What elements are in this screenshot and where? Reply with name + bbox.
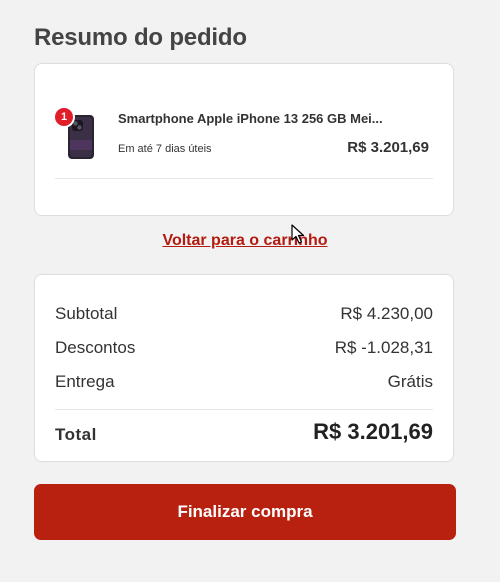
total-row: Total R$ 3.201,69 <box>55 419 433 451</box>
discounts-row: Descontos R$ -1.028,31 <box>55 338 433 362</box>
shipping-value: Grátis <box>387 372 433 391</box>
order-summary-page: Resumo do pedido 1 Smartphone Apple iPho… <box>0 0 500 582</box>
discounts-label: Descontos <box>55 338 136 357</box>
total-value: R$ 3.201,69 <box>313 419 433 444</box>
discounts-value: R$ -1.028,31 <box>334 338 433 357</box>
shipping-label: Entrega <box>55 372 115 391</box>
product-price: R$ 3.201,69 <box>347 139 429 156</box>
subtotal-label: Subtotal <box>55 304 118 323</box>
page-title: Resumo do pedido <box>34 24 247 51</box>
divider <box>55 409 433 410</box>
delivery-time: Em até 7 dias úteis <box>118 143 212 155</box>
mouse-cursor-icon <box>291 224 305 244</box>
product-name: Smartphone Apple iPhone 13 256 GB Mei... <box>118 111 383 126</box>
totals-card: Subtotal R$ 4.230,00 Descontos R$ -1.028… <box>34 274 454 462</box>
product-card: 1 Smartphone Apple iPhone 13 256 GB Mei.… <box>34 63 454 216</box>
subtotal-row: Subtotal R$ 4.230,00 <box>55 304 433 328</box>
total-label: Total <box>55 425 97 444</box>
cart-item: 1 Smartphone Apple iPhone 13 256 GB Mei.… <box>55 108 433 164</box>
back-to-cart-link[interactable]: Voltar para o carrinho <box>0 232 490 250</box>
subtotal-value: R$ 4.230,00 <box>340 304 433 323</box>
checkout-button[interactable]: Finalizar compra <box>34 484 456 540</box>
divider <box>55 178 433 179</box>
shipping-row: Entrega Grátis <box>55 372 433 396</box>
quantity-badge: 1 <box>55 108 73 126</box>
